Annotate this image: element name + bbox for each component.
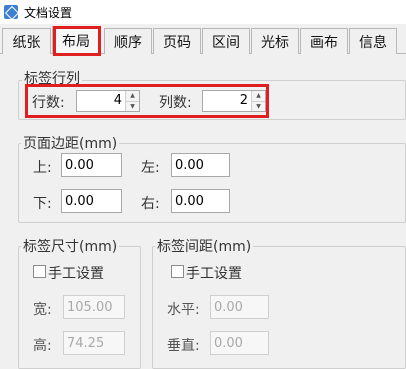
label-spacing-manual-label[interactable]: 手工设置 [186,263,242,283]
margins-title: 页面边距(mm) [21,133,120,153]
margin-right-input[interactable]: 0.00 [171,189,230,213]
app-icon [4,5,18,19]
rows-label: 行数: [32,95,65,111]
tab-canvas[interactable]: 画布 [300,28,348,54]
tab-layout[interactable]: 布局 [52,26,100,55]
tab-page-number[interactable]: 页码 [153,28,201,54]
margin-bottom-label: 下: [33,196,52,212]
cols-down-icon[interactable]: ▼ [252,100,265,111]
tab-range[interactable]: 区间 [202,28,250,54]
label-size-manual-label[interactable]: 手工设置 [48,263,104,283]
cols-label: 列数: [159,95,192,111]
rows-value[interactable]: 4 [77,91,125,111]
label-rows-cols-title: 标签行列 [22,68,82,88]
label-size-manual-checkbox[interactable] [33,265,46,278]
margin-bottom-input[interactable]: 0.00 [61,189,122,213]
cols-spinner[interactable]: 2 ▲ ▼ [202,90,266,112]
label-spacing-manual-checkbox[interactable] [171,265,184,278]
cols-up-icon[interactable]: ▲ [252,91,265,101]
margin-top-label: 上: [33,160,52,176]
tab-cursor[interactable]: 光标 [251,28,299,54]
title-bar: 文档设置 [0,0,406,24]
label-height-label: 高: [33,338,52,354]
vertical-spacing-input[interactable]: 0.00 [210,331,269,355]
window-title: 文档设置 [24,5,73,20]
rows-down-icon[interactable]: ▼ [126,100,139,111]
label-width-input[interactable]: 105.00 [63,295,125,319]
label-size-title: 标签尺寸(mm) [21,236,120,256]
tab-paper[interactable]: 纸张 [2,28,51,54]
horizontal-spacing-input[interactable]: 0.00 [210,295,269,319]
rows-spinner[interactable]: 4 ▲ ▼ [76,90,140,112]
tab-strip: 纸张 布局 顺序 页码 区间 光标 画布 信息 [0,24,406,55]
horizontal-spacing-label: 水平: [167,302,200,318]
tab-order[interactable]: 顺序 [104,28,152,54]
margin-left-input[interactable]: 0.00 [171,153,230,177]
label-width-label: 宽: [33,302,52,318]
margin-right-label: 右: [141,196,160,212]
vertical-spacing-label: 垂直: [167,338,200,354]
margin-left-label: 左: [141,160,160,176]
tab-info[interactable]: 信息 [349,28,397,54]
label-height-input[interactable]: 74.25 [63,331,125,355]
rows-up-icon[interactable]: ▲ [126,91,139,101]
cols-value[interactable]: 2 [203,91,251,111]
label-spacing-title: 标签间距(mm) [155,236,254,256]
margin-top-input[interactable]: 0.00 [61,153,122,177]
